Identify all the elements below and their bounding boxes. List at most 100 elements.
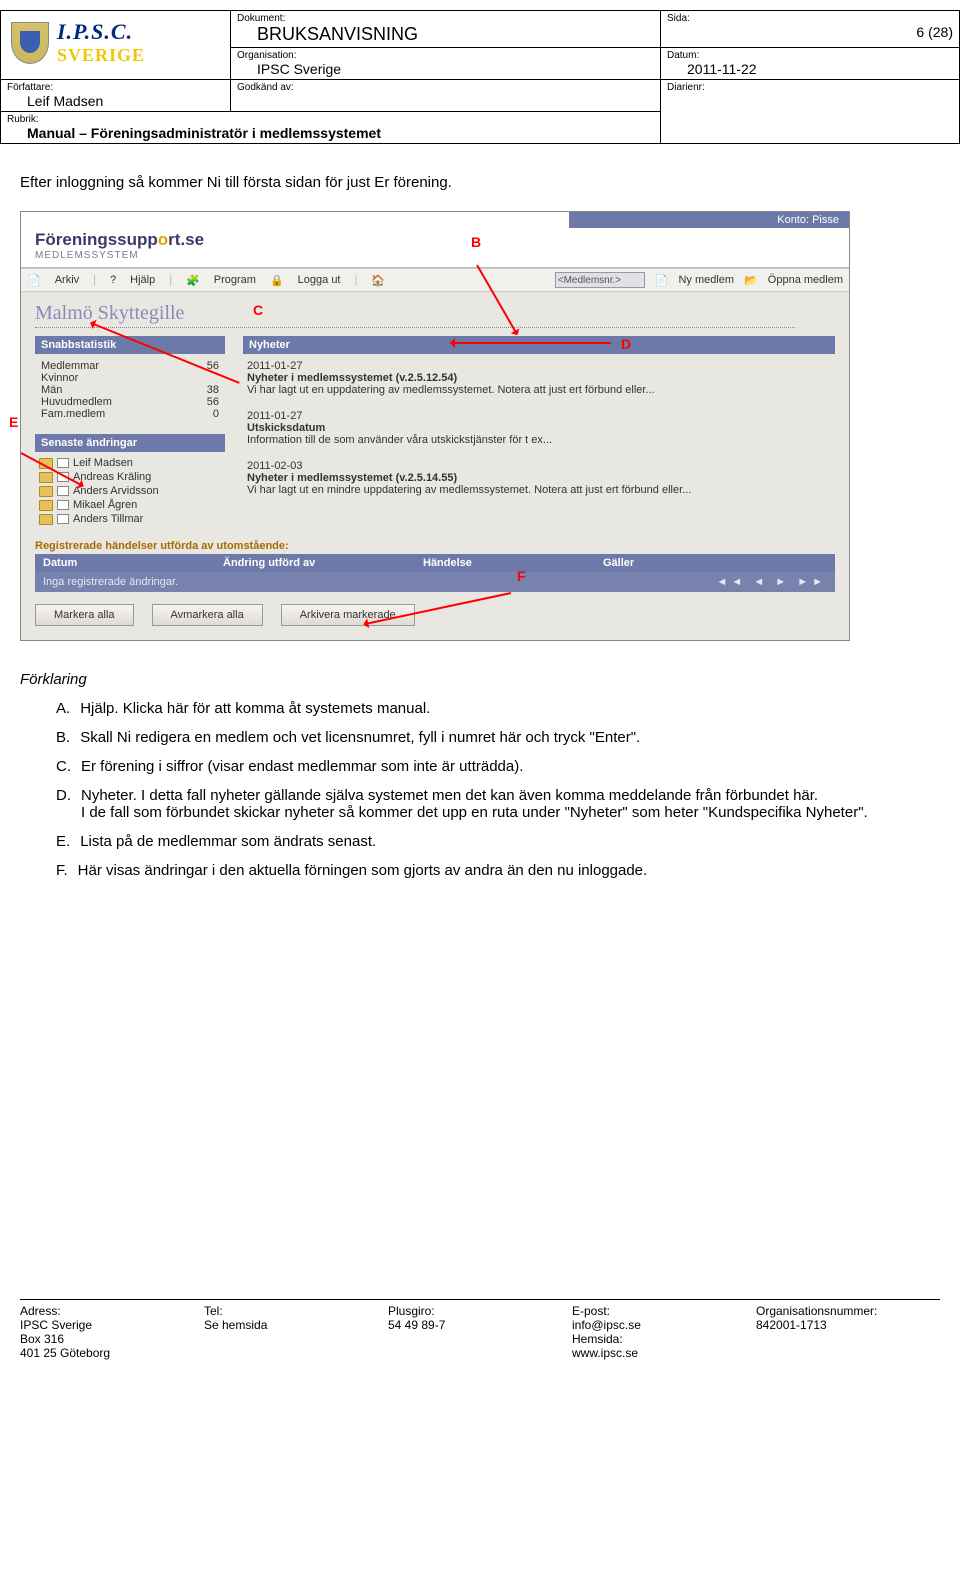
menu-ny-medlem[interactable]: Ny medlem (678, 274, 734, 286)
card-icon (57, 500, 69, 510)
stat-key: Fam.medlem (41, 408, 105, 420)
forklaring-list: A.Hjälp. Klicka här för att komma åt sys… (56, 700, 920, 879)
diarie-cell: Diarienr: (661, 80, 960, 144)
letter-d: D (621, 336, 631, 352)
stat-key: Huvudmedlem (41, 396, 112, 408)
orgnr-val: 842001-1713 (756, 1318, 940, 1332)
list-item[interactable]: Anders Arvidsson (37, 484, 223, 498)
list-name: Mikael Ågren (73, 499, 137, 511)
forf-value: Leif Madsen (7, 93, 224, 109)
fs-name-a: Föreningssupp (35, 230, 158, 249)
adr-label: Adress: (20, 1304, 204, 1318)
stat-key: Medlemmar (41, 360, 99, 372)
card-icon (57, 458, 69, 468)
arkiv-icon: 📄 (27, 274, 41, 287)
fs-name-b: rt.se (168, 230, 204, 249)
news-item: 2011-01-27 Utskicksdatum Information til… (243, 404, 835, 454)
logo-cell: I.P.S.C. SVERIGE (1, 11, 231, 80)
unmark-all-button[interactable]: Avmarkera alla (152, 604, 263, 626)
mark-all-button[interactable]: Markera alla (35, 604, 134, 626)
ep-val: info@ipsc.se (572, 1318, 756, 1332)
app-screenshot: Konto: Pisse Föreningssupport.se MEDLEMS… (20, 211, 850, 641)
footer-col-org: Organisationsnummer: 842001-1713 (756, 1304, 940, 1360)
open-member-icon: 📂 (744, 274, 758, 287)
fk-tag: E. (56, 833, 70, 850)
pager[interactable]: ◄◄ ◄ ► ►► (717, 576, 828, 588)
news-date: 2011-01-27 (247, 410, 831, 422)
list-item[interactable]: Anders Tillmar (37, 512, 223, 526)
letter-f: F (517, 568, 526, 584)
news-item: 2011-02-03 Nyheter i medlemssystemet (v.… (243, 454, 835, 504)
card-icon (57, 486, 69, 496)
list-name: Anders Tillmar (73, 513, 143, 525)
table-header: Datum Ändring utförd av Händelse Gäller (35, 554, 835, 572)
senaste-header: Senaste ändringar (35, 434, 225, 452)
menu-program[interactable]: Program (214, 274, 256, 286)
news-title: Nyheter i medlemssystemet (v.2.5.14.55) (247, 472, 831, 484)
forklaring-heading: Förklaring (20, 671, 940, 688)
letter-b: B (471, 234, 481, 250)
list-item[interactable]: Leif Madsen (37, 456, 223, 470)
new-member-icon: 📄 (655, 274, 669, 287)
fk-body: Er förening i siffror (visar endast medl… (81, 758, 523, 775)
dokument-value: BRUKSANVISNING (237, 24, 654, 45)
fk-body: Skall Ni redigera en medlem och vet lice… (80, 729, 640, 746)
adr2: Box 316 (20, 1332, 204, 1346)
forf-cell: Författare: Leif Madsen (1, 80, 231, 112)
tel-val: Se hemsida (204, 1318, 388, 1332)
name-list: Leif Madsen Andreas Kräling Anders Arvid… (35, 452, 225, 530)
th-datum: Datum (35, 554, 215, 572)
menu-oppna-medlem[interactable]: Öppna medlem (768, 274, 843, 286)
empty-text: Inga registrerade ändringar. (43, 576, 178, 588)
logo-ipsc-text: I.P.S.C. (57, 19, 145, 45)
fk-tag: D. (56, 787, 71, 821)
org-label: Organisation: (237, 50, 654, 61)
news-title: Utskicksdatum (247, 422, 831, 434)
fk-item: C.Er förening i siffror (visar endast me… (56, 758, 920, 775)
letter-c: C (253, 302, 263, 318)
rubrik-label: Rubrik: (7, 114, 654, 125)
fk-body: Hjälp. Klicka här för att komma åt syste… (80, 700, 430, 717)
page-footer: Adress: IPSC Sverige Box 316 401 25 Göte… (20, 1299, 940, 1360)
rubrik-cell: Rubrik: Manual – Föreningsadministratör … (1, 112, 661, 144)
sida-label: Sida: (667, 13, 953, 24)
menu-arkiv[interactable]: Arkiv (55, 274, 79, 286)
list-name: Leif Madsen (73, 457, 133, 469)
folder-icon (39, 486, 53, 497)
datum-label: Datum: (667, 50, 953, 61)
folder-icon (39, 472, 53, 483)
home-icon[interactable]: 🏠 (371, 274, 385, 287)
menu-logga-ut[interactable]: Logga ut (298, 274, 341, 286)
sida-cell: Sida: 6 (28) (661, 11, 960, 48)
doc-header-table: I.P.S.C. SVERIGE Dokument: BRUKSANVISNIN… (0, 10, 960, 144)
datum-cell: Datum: 2011-11-22 (661, 48, 960, 80)
godk-label: Godkänd av: (237, 82, 654, 93)
list-item[interactable]: Mikael Ågren (37, 498, 223, 512)
logout-icon: 🔒 (270, 274, 284, 287)
fk-item: B. Skall Ni redigera en medlem och vet li… (56, 729, 920, 746)
fk-item: D.Nyheter. I detta fall nyheter gällande… (56, 787, 920, 821)
menubar: 📄 Arkiv | ? Hjälp | 🧩 Program 🔒 Logga ut… (21, 268, 849, 292)
rubrik-value: Manual – Föreningsadministratör i medlem… (7, 125, 654, 141)
adr1: IPSC Sverige (20, 1318, 204, 1332)
godk-cell: Godkänd av: (231, 80, 661, 112)
arrow-d (451, 342, 611, 344)
hem-label: Hemsida: (572, 1332, 756, 1346)
fk-item: A.Hjälp. Klicka här för att komma åt sys… (56, 700, 920, 717)
diarie-label: Diarienr: (667, 82, 953, 93)
search-input[interactable] (555, 272, 645, 288)
pg-label: Plusgiro: (388, 1304, 572, 1318)
dokument-cell: Dokument: BRUKSANVISNING (231, 11, 661, 48)
archive-button[interactable]: Arkivera markerade (281, 604, 415, 626)
news-item: 2011-01-27 Nyheter i medlemssystemet (v.… (243, 354, 835, 404)
menu-hjalp[interactable]: Hjälp (130, 274, 155, 286)
fk-item: E.Lista på de medlemmar som ändrats sena… (56, 833, 920, 850)
th-andring: Ändring utförd av (215, 554, 415, 572)
fs-sub: MEDLEMSSYSTEM (35, 250, 835, 261)
org-cell: Organisation: IPSC Sverige (231, 48, 661, 80)
fk-tag: B. (56, 729, 70, 746)
th-galler: Gäller (595, 554, 835, 572)
ep-label: E-post: (572, 1304, 756, 1318)
footer-col-pg: Plusgiro: 54 49 89-7 (388, 1304, 572, 1360)
adr3: 401 25 Göteborg (20, 1346, 204, 1360)
